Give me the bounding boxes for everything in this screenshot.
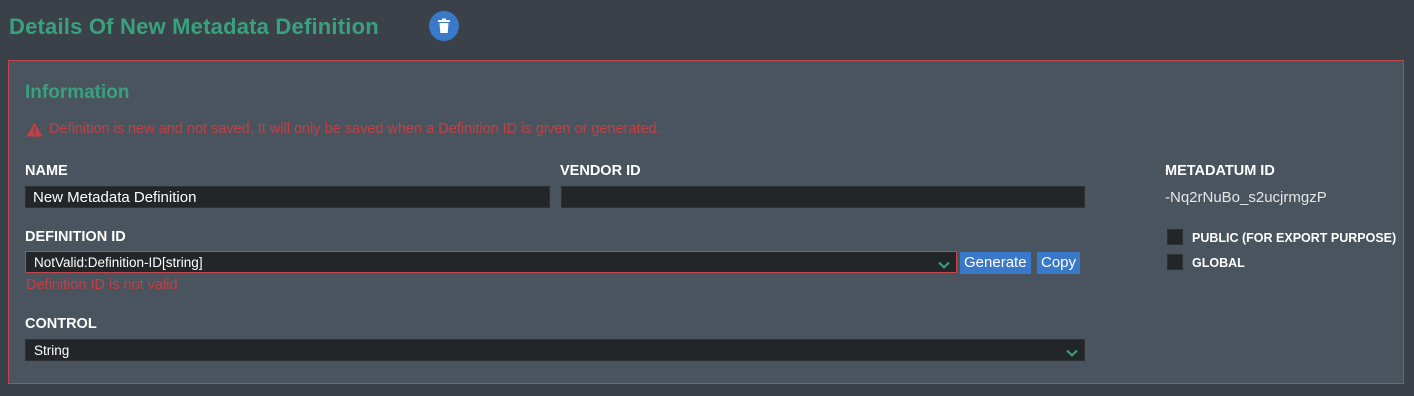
vendor-id-label: VENDOR ID	[560, 163, 641, 179]
definition-id-select[interactable]: NotValid:Definition-ID[string]	[25, 251, 957, 273]
chevron-down-icon	[938, 256, 950, 273]
global-checkbox[interactable]	[1167, 254, 1183, 270]
page-title: Details Of New Metadata Definition	[9, 14, 379, 39]
metadatum-id-value: -Nq2rNuBo_s2ucjrmgzP	[1165, 189, 1327, 206]
warning-triangle-icon	[26, 122, 43, 136]
public-checkbox-label: PUBLIC (FOR EXPORT PURPOSE)	[1192, 231, 1397, 245]
chevron-down-icon	[1066, 344, 1078, 361]
public-checkbox[interactable]	[1167, 229, 1183, 245]
information-panel: Information Definition is new and not sa…	[8, 60, 1404, 384]
page: Details Of New Metadata Definition Infor…	[0, 0, 1414, 396]
metadatum-id-label: METADATUM ID	[1165, 163, 1275, 179]
global-checkbox-label: GLOBAL	[1192, 256, 1245, 270]
warning-text: Definition is new and not saved. It will…	[49, 121, 661, 137]
unsaved-warning: Definition is new and not saved. It will…	[26, 121, 661, 137]
trash-icon	[437, 18, 451, 34]
definition-id-error: Definition ID is not valid	[26, 277, 178, 293]
name-label: NAME	[25, 163, 68, 179]
copy-button[interactable]: Copy	[1037, 252, 1081, 274]
control-label: CONTROL	[25, 316, 97, 332]
section-title: Information	[25, 82, 130, 103]
definition-id-label: DEFINITION ID	[25, 229, 126, 245]
delete-button[interactable]	[429, 11, 459, 41]
vendor-id-field[interactable]	[561, 186, 1085, 208]
definition-id-value: NotValid:Definition-ID[string]	[34, 255, 203, 270]
control-value: String	[34, 343, 70, 358]
control-select[interactable]: String	[25, 339, 1085, 361]
name-field[interactable]: New Metadata Definition	[25, 186, 550, 208]
generate-button[interactable]: Generate	[960, 252, 1031, 274]
